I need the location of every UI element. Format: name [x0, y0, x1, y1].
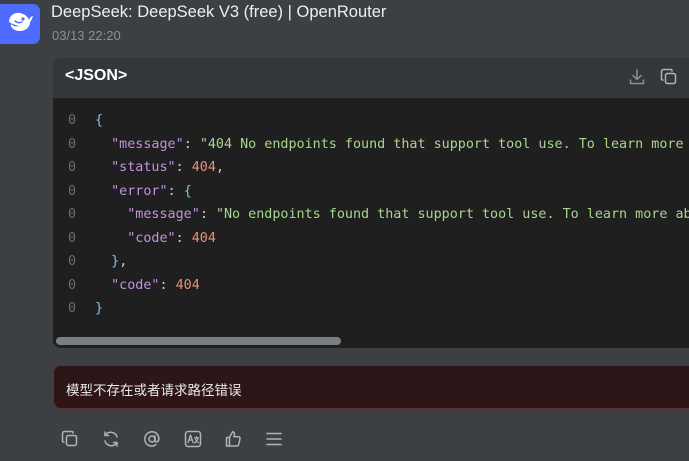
- code-token: "No endpoints found that support tool us…: [215, 207, 689, 222]
- line-number: 0: [68, 254, 77, 269]
- code-token: 404: [175, 277, 200, 293]
- scrollbar-thumb[interactable]: [56, 337, 341, 345]
- code-token: "status": [111, 160, 176, 175]
- more-button[interactable]: [264, 431, 284, 451]
- copy-code-icon[interactable]: [659, 67, 679, 87]
- refresh-icon: [102, 430, 120, 453]
- code-token: "404 No endpoints found that support too…: [199, 136, 684, 152]
- at-icon: [143, 430, 161, 453]
- deepseek-whale-icon: [5, 7, 35, 42]
- translate-icon: [184, 430, 202, 453]
- line-number: 0: [68, 183, 77, 199]
- translate-button[interactable]: [183, 430, 203, 453]
- code-token: :: [175, 160, 192, 175]
- code-token: ,: [215, 160, 224, 175]
- mention-button[interactable]: [142, 430, 162, 453]
- menu-icon: [265, 430, 283, 453]
- download-icon[interactable]: [627, 67, 647, 87]
- model-avatar[interactable]: [0, 4, 40, 44]
- line-number: 0: [68, 301, 77, 316]
- code-token: "message": [111, 136, 184, 152]
- code-token: :: [199, 207, 216, 222]
- line-number: 0: [68, 160, 77, 175]
- code-token: "code": [127, 230, 176, 246]
- like-button[interactable]: [223, 430, 243, 453]
- code-block: <JSON> 0 {0 "message": "404 No endpoints …: [53, 58, 689, 348]
- code-token: {: [95, 113, 104, 128]
- line-content: "error": {: [95, 181, 192, 203]
- code-token: 404: [191, 160, 216, 175]
- copy-icon: [61, 430, 79, 453]
- error-message-box: 模型不存在或者请求路径错误: [53, 365, 689, 409]
- model-title: DeepSeek: DeepSeek V3 (free) | OpenRoute…: [51, 3, 387, 21]
- line-number: 0: [68, 230, 77, 246]
- code-language-label: <JSON>: [65, 67, 128, 84]
- code-token: "code": [111, 277, 160, 293]
- error-message-text: 模型不存在或者请求路径错误: [66, 383, 242, 399]
- line-content: "code": 404: [95, 275, 200, 297]
- line-number: 0: [68, 113, 77, 128]
- line-content: },: [95, 251, 127, 273]
- line-number: 0: [68, 136, 77, 152]
- regenerate-button[interactable]: [101, 430, 121, 453]
- code-token: :: [175, 230, 192, 246]
- code-token: }: [111, 254, 120, 269]
- line-content: {: [95, 110, 103, 132]
- code-token: ,: [119, 254, 128, 269]
- code-body: 0 {0 "message": "404 No endpoints found t…: [53, 98, 689, 348]
- line-content: "code": 404: [95, 228, 216, 250]
- line-content: }: [95, 298, 103, 320]
- message-timestamp: 03/13 22:20: [52, 28, 121, 43]
- code-token: "message": [127, 207, 200, 222]
- copy-message-button[interactable]: [60, 430, 80, 453]
- code-token: :: [183, 136, 200, 152]
- code-token: {: [183, 183, 192, 199]
- line-number: 0: [68, 277, 77, 293]
- line-content: "message": "No endpoints found that supp…: [95, 204, 689, 226]
- line-content: "message": "404 No endpoints found that …: [95, 134, 689, 156]
- line-number: 0: [68, 207, 77, 222]
- thumbs-up-icon: [224, 430, 242, 453]
- horizontal-scrollbar[interactable]: [53, 337, 689, 345]
- code-token: "error": [111, 183, 168, 199]
- code-token: 404: [191, 230, 216, 246]
- code-token: }: [95, 301, 104, 316]
- chat-message: DeepSeek: DeepSeek V3 (free) | OpenRoute…: [0, 0, 689, 461]
- code-block-header: <JSON>: [53, 58, 689, 98]
- code-token: :: [167, 183, 184, 199]
- code-token: :: [159, 277, 176, 293]
- line-content: "status": 404,: [95, 157, 224, 179]
